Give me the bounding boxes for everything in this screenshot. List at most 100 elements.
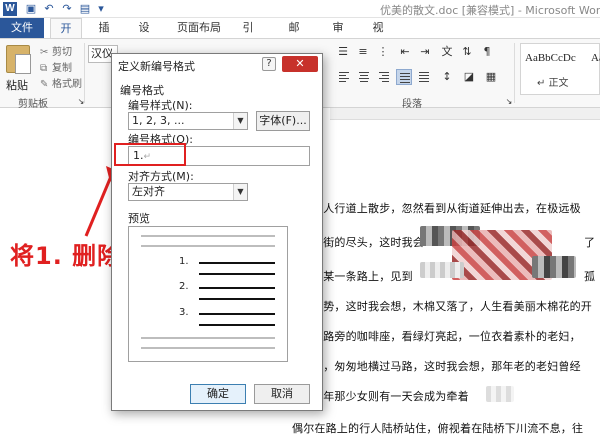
decrease-indent-icon[interactable]: ⇤ xyxy=(398,45,412,59)
font-button[interactable]: 字体(F)... xyxy=(256,111,310,131)
preview-number: 2. xyxy=(179,281,189,292)
window-title: 优美的散文.doc [兼容模式] - Microsoft Word xyxy=(380,4,600,17)
sort-icon[interactable]: ⇅ xyxy=(460,45,474,59)
define-number-format-dialog: 定义新编号格式 ? ✕ 编号格式 编号样式(N): 1, 2, 3, ... ▼… xyxy=(111,53,323,411)
ribbon-tabs: 文件 开始 插入 设计 页面布局 引用 邮件 审阅 视图 xyxy=(0,18,600,55)
group-separator xyxy=(514,43,515,103)
document-fragment: 了 xyxy=(584,236,596,249)
preview-gray-line xyxy=(141,235,275,237)
number-style-select[interactable]: 1, 2, 3, ... ▼ xyxy=(128,112,248,130)
chevron-down-icon: ▼ xyxy=(233,184,247,200)
preview-number: 1. xyxy=(179,256,189,267)
preview-line xyxy=(199,287,275,289)
clipboard-launcher-icon[interactable]: ↘ xyxy=(74,95,88,109)
cut-label: 剪切 xyxy=(52,47,72,58)
doc-icon[interactable]: ▤ xyxy=(78,2,92,16)
chinese-layout-icon[interactable]: 文 xyxy=(440,45,454,59)
chevron-down-icon: ▼ xyxy=(233,113,247,129)
tab-home[interactable]: 开始 xyxy=(50,18,82,55)
copy-button[interactable]: ⧉ 复制 xyxy=(40,59,72,74)
copy-label: 复制 xyxy=(52,63,72,74)
number-style-label: 编号样式(N): xyxy=(128,99,193,112)
document-line[interactable]: 当年那少女则有一天会成为牵着 xyxy=(312,388,469,404)
multilevel-list-icon[interactable]: ⋮ xyxy=(376,45,390,59)
tab-file[interactable]: 文件 xyxy=(0,18,44,38)
preview-line xyxy=(199,262,275,264)
customize-quick-access-icon[interactable]: ▾ xyxy=(94,2,108,16)
cut-button[interactable]: ✂ 剪切 xyxy=(40,43,72,58)
document-line[interactable]: 在某一条路上，见到 xyxy=(312,268,413,284)
numbering-icon[interactable]: ≡ xyxy=(356,45,370,59)
pixelated-region xyxy=(532,256,576,278)
show-marks-icon[interactable]: ¶ xyxy=(480,45,494,59)
alignment-label: 对齐方式(M): xyxy=(128,170,194,183)
redo-icon[interactable]: ↷ xyxy=(60,2,74,16)
alignment-select[interactable]: 左对齐 ▼ xyxy=(128,183,248,201)
style-normal-name: ↵ 正文 xyxy=(537,78,569,89)
style-heading-sample: Aa xyxy=(591,52,600,64)
document-line[interactable]: 姿势，这时我会想，木棉又落了，人生看美丽木棉花的开 xyxy=(312,298,592,314)
close-button[interactable]: ✕ xyxy=(282,56,318,72)
brush-icon: ✎ xyxy=(40,79,49,90)
format-painter-button[interactable]: ✎ 格式刷 xyxy=(40,75,82,90)
preview-line xyxy=(199,324,275,326)
document-line[interactable]: 在路旁的咖啡座，看绿灯亮起，一位衣着素朴的老妇， xyxy=(312,328,581,344)
dialog-title-bar[interactable]: 定义新编号格式 ? ✕ xyxy=(112,54,322,76)
tab-review[interactable]: 审阅 xyxy=(322,18,354,54)
preview-line xyxy=(199,298,275,300)
dialog-title: 定义新编号格式 xyxy=(118,60,195,73)
annotation-text: 将1. 删除 xyxy=(10,242,123,270)
bullets-icon[interactable]: ☰ xyxy=(336,45,350,59)
help-button[interactable]: ? xyxy=(262,57,276,71)
scissors-icon: ✂ xyxy=(40,47,49,58)
tab-insert[interactable]: 插入 xyxy=(88,18,120,54)
document-fragment: 孤 xyxy=(584,270,596,283)
borders-icon[interactable]: ▦ xyxy=(484,70,498,84)
preview-gray-line xyxy=(141,245,275,247)
cancel-button[interactable]: 取消 xyxy=(254,384,310,404)
align-center-icon[interactable] xyxy=(356,69,372,85)
tab-mailings[interactable]: 邮件 xyxy=(278,18,310,54)
group-separator xyxy=(84,43,85,103)
preview-line xyxy=(199,273,275,275)
align-left-icon[interactable] xyxy=(336,69,352,85)
paste-button-label[interactable]: 粘贴 xyxy=(6,77,28,93)
word-logo-icon: W xyxy=(3,2,17,16)
number-format-section-label: 编号格式 xyxy=(120,84,164,97)
tab-design[interactable]: 设计 xyxy=(128,18,160,54)
tab-view[interactable]: 视图 xyxy=(362,18,394,54)
pixelated-region xyxy=(486,386,514,402)
document-line[interactable]: 偶尔在路上的行人陆桥站住，俯视着在陆桥下川流不息，往 xyxy=(292,420,583,436)
ok-button[interactable]: 确定 xyxy=(190,384,246,404)
document-line[interactable]: 的，匆匆地横过马路，这时我会想，那年老的老妇曾经 xyxy=(312,358,581,374)
preview-gray-line xyxy=(141,347,275,349)
copy-icon: ⧉ xyxy=(40,63,48,74)
justify-icon[interactable] xyxy=(396,69,412,85)
save-icon[interactable]: ▣ xyxy=(24,2,38,16)
title-bar: W ▣ ↶ ↷ ▤ ▾ 优美的散文.doc [兼容模式] - Microsoft… xyxy=(0,0,600,18)
pixelated-region xyxy=(420,262,464,278)
number-style-value: 1, 2, 3, ... xyxy=(132,114,185,127)
distributed-icon[interactable] xyxy=(416,69,432,85)
align-right-icon[interactable] xyxy=(376,69,392,85)
undo-icon[interactable]: ↶ xyxy=(42,2,56,16)
alignment-value: 左对齐 xyxy=(132,185,165,198)
tab-page-layout[interactable]: 页面布局 xyxy=(170,18,228,38)
preview-label: 预览 xyxy=(128,212,150,225)
line-spacing-icon[interactable]: ↕ xyxy=(440,70,454,84)
document-line[interactable]: 在街的尽头，这时我会 xyxy=(312,234,424,250)
preview-gray-line xyxy=(141,337,275,339)
annotation-highlight-box xyxy=(114,143,186,166)
preview-line xyxy=(199,313,275,315)
increase-indent-icon[interactable]: ⇥ xyxy=(418,45,432,59)
horizontal-ruler[interactable] xyxy=(330,108,600,120)
format-painter-label: 格式刷 xyxy=(52,79,82,90)
document-line[interactable]: 在人行道上散步，忽然看到从街道延伸出去，在极远极 xyxy=(312,200,581,216)
paste-icon[interactable] xyxy=(6,45,31,74)
tab-references[interactable]: 引用 xyxy=(232,18,264,54)
preview-number: 3. xyxy=(179,307,189,318)
preview-pane: 1. 2. 3. xyxy=(128,226,288,362)
style-normal-sample: AaBbCcDc xyxy=(525,52,576,64)
shading-icon[interactable]: ◪ xyxy=(462,70,476,84)
styles-gallery[interactable]: AaBbCcDc ↵ 正文 Aa xyxy=(520,43,600,95)
